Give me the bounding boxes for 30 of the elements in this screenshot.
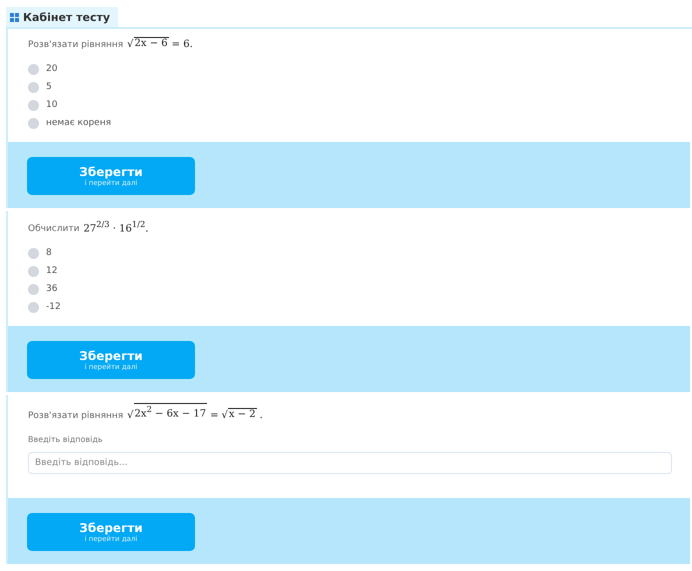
radio-button[interactable] — [28, 82, 39, 92]
option-label: 20 — [46, 64, 58, 74]
radio-button[interactable] — [28, 100, 39, 110]
question-text: Розв'язати рівняння — [28, 410, 124, 421]
math-text: = 6. — [172, 39, 193, 50]
option-label: 36 — [46, 284, 58, 294]
field-label: Введіть відповідь — [28, 434, 104, 444]
square-root: √x − 2 — [221, 408, 257, 421]
radio-button[interactable] — [28, 302, 39, 313]
option-label: 8 — [46, 248, 52, 258]
square-root: √2x$^{2}$ − 6x − 17 — [127, 403, 208, 421]
option-label: 5 — [46, 82, 52, 92]
math-text: . — [260, 410, 263, 421]
option-label: 12 — [46, 266, 58, 276]
option-label: немає кореня — [46, 118, 112, 128]
grid-icon — [10, 13, 19, 22]
question-text: Розв'язати рівняння — [28, 40, 124, 50]
square-root: √2x − 6 — [127, 37, 169, 50]
math-text: 27$^{2/3}$ · 16$^{1/2}$. — [83, 219, 148, 234]
radio-button[interactable] — [28, 118, 39, 128]
radio-button[interactable] — [28, 266, 39, 277]
radio-button[interactable] — [28, 248, 39, 259]
section-title: Кабінет тесту — [23, 11, 110, 24]
radio-button[interactable] — [28, 64, 39, 74]
option-label: 10 — [46, 100, 58, 110]
radio-button[interactable] — [28, 284, 39, 295]
question-text: Обчислити — [28, 224, 80, 234]
option-label: -12 — [46, 302, 61, 312]
answer-field[interactable]: Введіть відповідь... — [28, 452, 672, 474]
math-text: = — [210, 410, 218, 421]
